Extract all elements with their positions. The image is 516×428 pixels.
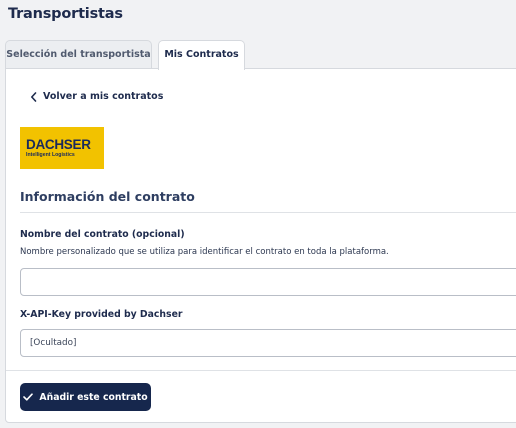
contract-name-input[interactable] (20, 268, 516, 296)
logo-tagline: Intelligent Logistics (26, 152, 75, 158)
section-divider (20, 212, 516, 213)
tab-carrier-selection[interactable]: Selección del transportista (5, 40, 152, 68)
add-contract-button[interactable]: Añadir este contrato (20, 383, 151, 411)
dachser-logo: DACHSER Intelligent Logistics (20, 127, 104, 169)
api-key-label: X-API-Key provided by Dachser (20, 309, 183, 320)
contract-name-help: Nombre personalizado que se utiliza para… (20, 247, 389, 257)
check-icon (23, 393, 34, 401)
chevron-left-icon (31, 91, 37, 102)
back-to-contracts-link[interactable]: Volver a mis contratos (30, 91, 163, 102)
contract-name-label: Nombre del contrato (opcional) (20, 229, 185, 240)
api-key-input[interactable] (20, 329, 516, 357)
form-footer-divider (6, 370, 516, 371)
section-title: Información del contrato (20, 189, 195, 204)
back-link-label: Volver a mis contratos (43, 91, 164, 102)
contract-card: Volver a mis contratos DACHSER Intellige… (5, 68, 516, 423)
logo-name: DACHSER (26, 137, 91, 152)
page-title: Transportistas (8, 6, 123, 22)
add-contract-label: Añadir este contrato (39, 391, 148, 403)
tab-my-contracts[interactable]: Mis Contratos (158, 40, 245, 70)
